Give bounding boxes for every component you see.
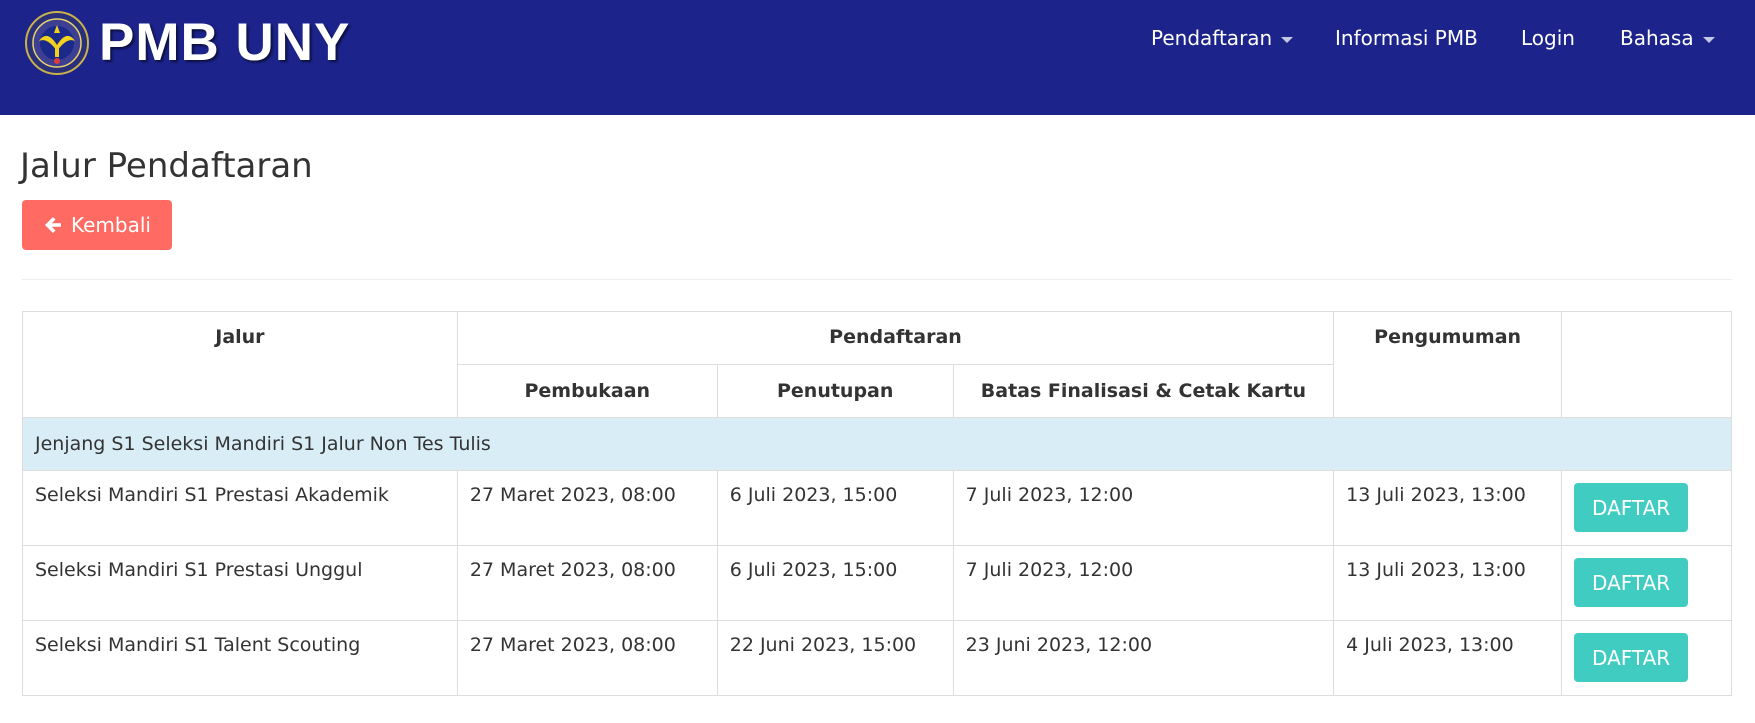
back-button-label: Kembali [71, 213, 151, 237]
navbar: PMB UNY Pendaftaran Informasi PMB Login … [0, 0, 1755, 115]
cell-penutupan: 6 Juli 2023, 15:00 [716, 470, 954, 546]
table-row: Seleksi Mandiri S1 Prestasi Akademik 27 … [22, 470, 1732, 546]
header-batas-finalisasi: Batas Finalisasi & Cetak Kartu [952, 364, 1335, 418]
nav-informasi-label: Informasi PMB [1335, 26, 1478, 50]
header-pendaftaran: Pendaftaran [456, 311, 1335, 365]
cell-pengumuman: 13 Juli 2023, 13:00 [1333, 470, 1563, 546]
table-row: Seleksi Mandiri S1 Talent Scouting 27 Ma… [22, 620, 1732, 696]
page-title: Jalur Pendaftaran [20, 146, 313, 186]
nav-pendaftaran-label: Pendaftaran [1151, 26, 1273, 50]
table-row: Seleksi Mandiri S1 Prestasi Unggul 27 Ma… [22, 545, 1732, 621]
cell-pengumuman: 4 Juli 2023, 13:00 [1333, 620, 1563, 696]
group-label: Jenjang S1 Seleksi Mandiri S1 Jalur Non … [22, 417, 1732, 471]
cell-pembukaan: 27 Maret 2023, 08:00 [456, 620, 718, 696]
nav-informasi-pmb[interactable]: Informasi PMB [1335, 22, 1478, 54]
cell-jalur: Seleksi Mandiri S1 Prestasi Akademik [22, 470, 458, 546]
cell-penutupan: 22 Juni 2023, 15:00 [716, 620, 954, 696]
cell-action: DAFTAR [1561, 470, 1732, 546]
divider [22, 279, 1732, 280]
cell-batas: 7 Juli 2023, 12:00 [952, 470, 1335, 546]
header-pembukaan: Pembukaan [456, 364, 718, 418]
table-header-row: Jalur Pendaftaran Pengumuman [22, 311, 1732, 418]
cell-pembukaan: 27 Maret 2023, 08:00 [456, 545, 718, 621]
daftar-button[interactable]: DAFTAR [1574, 558, 1689, 607]
nav-bahasa-dropdown[interactable]: Bahasa [1620, 22, 1715, 54]
cell-jalur: Seleksi Mandiri S1 Talent Scouting [22, 620, 458, 696]
arrow-left-icon [45, 217, 61, 233]
header-jalur: Jalur [22, 311, 458, 418]
cell-penutupan: 6 Juli 2023, 15:00 [716, 545, 954, 621]
nav-login[interactable]: Login [1521, 22, 1575, 54]
brand[interactable]: PMB UNY [25, 11, 350, 75]
cell-pembukaan: 27 Maret 2023, 08:00 [456, 470, 718, 546]
cell-action: DAFTAR [1561, 620, 1732, 696]
caret-down-icon [1702, 36, 1715, 43]
nav-login-label: Login [1521, 26, 1575, 50]
nav-pendaftaran-dropdown[interactable]: Pendaftaran [1151, 22, 1294, 54]
cell-action: DAFTAR [1561, 545, 1732, 621]
cell-pengumuman: 13 Juli 2023, 13:00 [1333, 545, 1563, 621]
cell-batas: 23 Juni 2023, 12:00 [952, 620, 1335, 696]
registration-table: Jalur Pendaftaran Pengumuman Pembukaan P… [22, 311, 1732, 696]
daftar-button[interactable]: DAFTAR [1574, 483, 1689, 532]
cell-jalur: Seleksi Mandiri S1 Prestasi Unggul [22, 545, 458, 621]
table-group-row: Jenjang S1 Seleksi Mandiri S1 Jalur Non … [22, 417, 1732, 471]
nav-bahasa-label: Bahasa [1620, 26, 1694, 50]
brand-name: PMB UNY [99, 13, 351, 72]
header-pengumuman: Pengumuman [1333, 311, 1563, 418]
header-action [1561, 311, 1732, 418]
header-penutupan: Penutupan [716, 364, 954, 418]
daftar-button[interactable]: DAFTAR [1574, 633, 1689, 682]
university-seal-logo [25, 11, 89, 75]
back-button[interactable]: Kembali [22, 200, 172, 250]
caret-down-icon [1281, 36, 1294, 43]
cell-batas: 7 Juli 2023, 12:00 [952, 545, 1335, 621]
